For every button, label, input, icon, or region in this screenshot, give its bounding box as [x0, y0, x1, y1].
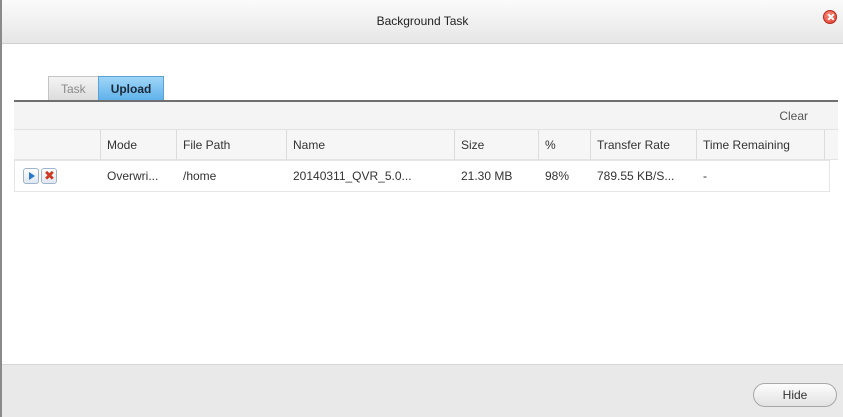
cell-time-remaining: -: [703, 169, 707, 183]
column-header-mode[interactable]: Mode: [100, 130, 176, 160]
toolbar: Clear: [14, 102, 838, 130]
column-header-actions: [14, 130, 100, 160]
resume-button[interactable]: [23, 168, 39, 184]
cell-file-path: /home: [183, 169, 217, 183]
tab-task[interactable]: Task: [48, 76, 99, 100]
title-bar: Background Task: [2, 0, 843, 44]
close-icon[interactable]: [823, 10, 837, 24]
cell-size: 21.30 MB: [461, 169, 513, 183]
cell-percent: 98%: [545, 169, 570, 183]
background-task-dialog: Background Task Task Upload Clear Mode F…: [0, 0, 843, 417]
play-icon: [29, 172, 35, 180]
cell-name: 20140311_QVR_5.0...: [293, 169, 412, 183]
footer-bar: Hide: [2, 364, 843, 417]
cancel-icon: ✖: [44, 168, 55, 183]
table-row[interactable]: ✖ Overwri... /home 20140311_QVR_5.0... 2…: [14, 160, 830, 192]
column-header-transfer-rate[interactable]: Transfer Rate: [590, 130, 696, 160]
tab-bar: Task Upload: [48, 76, 165, 100]
column-header-spacer: [824, 130, 838, 160]
column-header-time-remaining[interactable]: Time Remaining: [696, 130, 824, 160]
cell-transfer-rate: 789.55 KB/S...: [597, 169, 675, 183]
column-header-percent[interactable]: %: [538, 130, 590, 160]
clear-button[interactable]: Clear: [779, 109, 808, 123]
column-header-size[interactable]: Size: [454, 130, 538, 160]
column-header-file-path[interactable]: File Path: [176, 130, 286, 160]
window-title: Background Task: [376, 14, 469, 28]
tab-upload[interactable]: Upload: [97, 76, 165, 100]
hide-button[interactable]: Hide: [753, 383, 837, 407]
column-header-name[interactable]: Name: [286, 130, 454, 160]
cancel-button[interactable]: ✖: [41, 168, 57, 184]
cell-mode: Overwri...: [107, 169, 159, 183]
table-header: Mode File Path Name Size % Transfer Rate…: [14, 130, 838, 160]
